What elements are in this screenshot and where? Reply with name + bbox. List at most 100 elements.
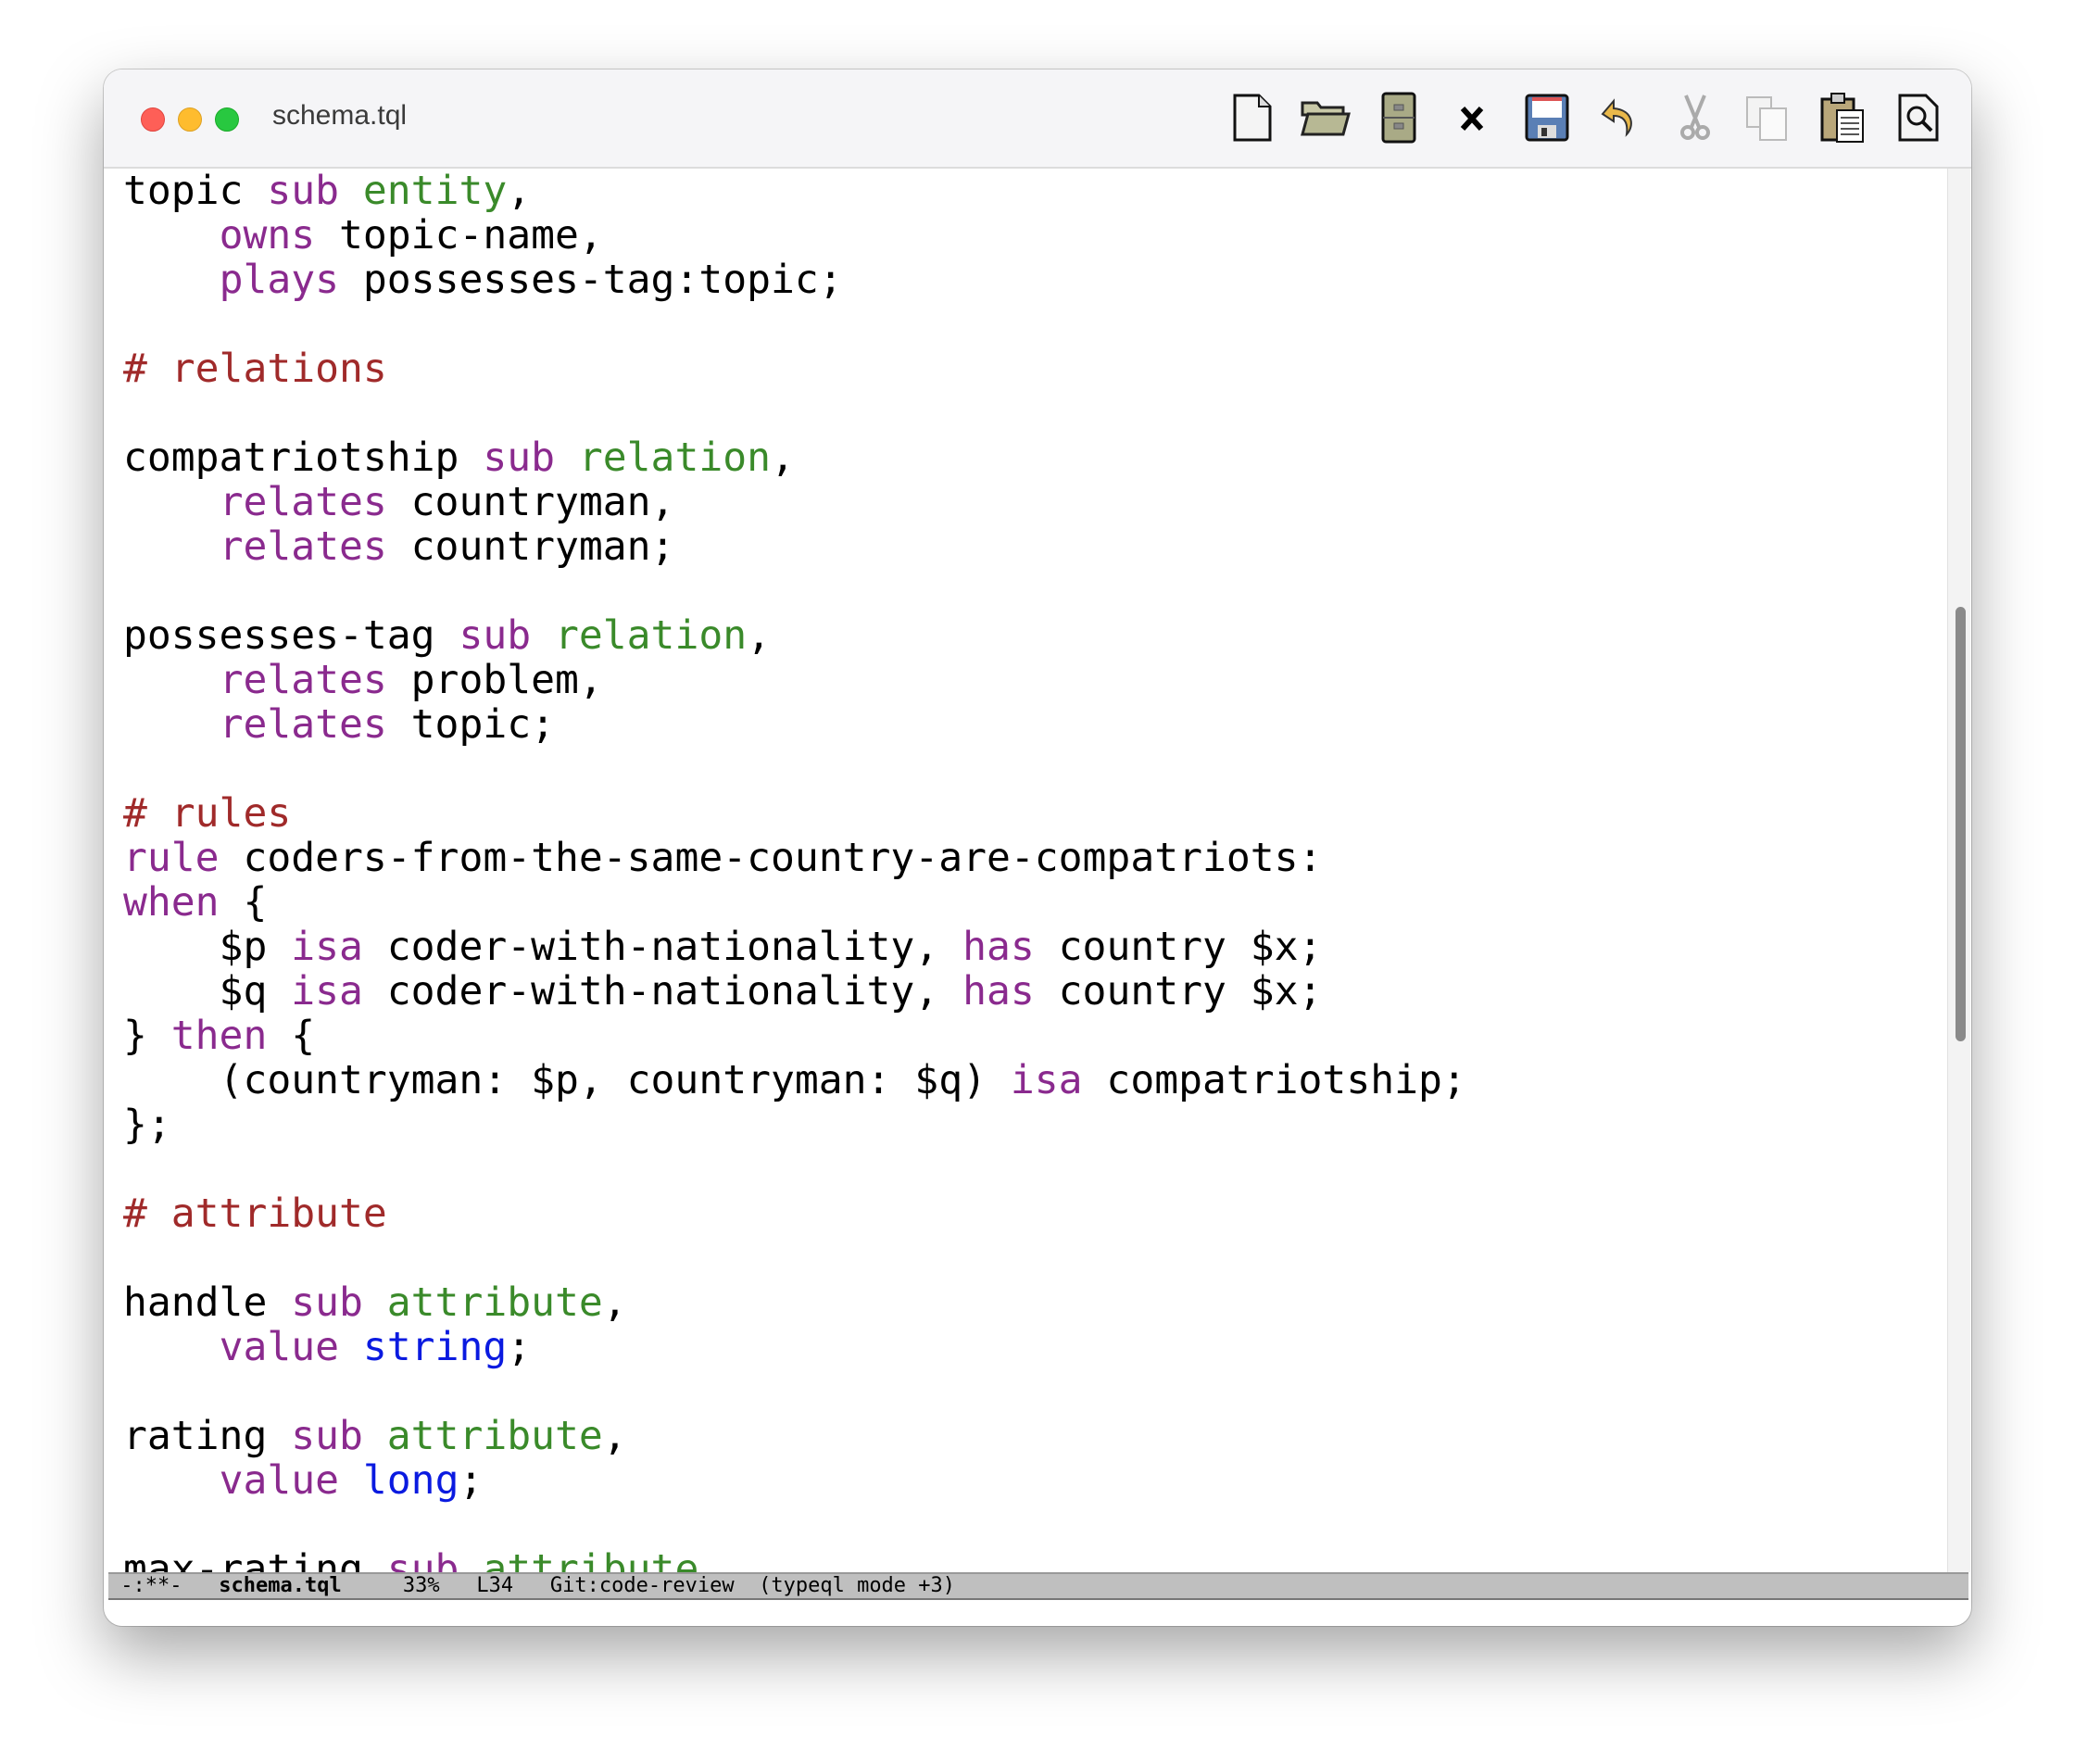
keyword: has <box>962 968 1035 1014</box>
type-name: attribute <box>386 1413 603 1459</box>
code-line[interactable] <box>123 391 1466 435</box>
minimize-window-button[interactable] <box>178 107 202 132</box>
close-window-button[interactable] <box>141 107 165 132</box>
git-branch[interactable]: Git:code-review <box>550 1574 735 1598</box>
code-line[interactable] <box>123 1369 1466 1414</box>
type-name: relation <box>578 435 771 481</box>
code-token: coder-with-nationality, <box>362 924 963 970</box>
code-token: countryman; <box>386 523 675 570</box>
undo-icon[interactable] <box>1595 92 1647 144</box>
code-line[interactable]: relates topic; <box>123 702 1466 747</box>
code-token: (countryman: $p, countryman: $q) <box>123 1057 1011 1103</box>
close-icon[interactable] <box>1446 92 1498 144</box>
code-token: country $x; <box>1034 924 1323 970</box>
code-token: ; <box>459 1457 484 1504</box>
code-line[interactable]: relates countryman; <box>123 524 1466 569</box>
code-line[interactable]: rating sub attribute, <box>123 1414 1466 1458</box>
code-line[interactable]: compatriotship sub relation, <box>123 435 1466 480</box>
code-line[interactable] <box>123 747 1466 791</box>
keyword: sub <box>267 169 340 214</box>
code-line[interactable]: (countryman: $p, countryman: $q) isa com… <box>123 1058 1466 1102</box>
code-line[interactable]: value long; <box>123 1458 1466 1503</box>
code-line[interactable]: # relations <box>123 346 1466 391</box>
code-line[interactable]: $q isa coder-with-nationality, has count… <box>123 969 1466 1014</box>
keyword: sub <box>291 1279 363 1326</box>
code-line[interactable] <box>123 1147 1466 1191</box>
code-line[interactable]: relates countryman, <box>123 480 1466 524</box>
builtin-type: long <box>362 1457 459 1504</box>
editor-window: schema.tql topic sub entity, owns topic-… <box>104 69 1971 1626</box>
code-line[interactable]: relates problem, <box>123 658 1466 702</box>
type-name: attribute <box>483 1546 699 1572</box>
code-line[interactable] <box>123 1503 1466 1547</box>
keyword: relates <box>219 701 387 748</box>
buffer-state: -:**- <box>120 1574 182 1597</box>
copy-icon[interactable] <box>1742 92 1793 144</box>
cut-icon[interactable] <box>1669 92 1721 144</box>
open-folder-icon[interactable] <box>1299 92 1351 144</box>
code-token: problem, <box>386 657 603 703</box>
type-name: entity <box>362 169 508 214</box>
code-editor[interactable]: topic sub entity, owns topic-name, plays… <box>104 169 1947 1572</box>
code-line[interactable] <box>123 569 1466 613</box>
code-line[interactable] <box>123 302 1466 346</box>
code-token: topic-name, <box>315 212 603 258</box>
code-line[interactable]: } then { <box>123 1014 1466 1058</box>
type-name: attribute <box>386 1279 603 1326</box>
code-line[interactable]: when { <box>123 880 1466 925</box>
keyword: sub <box>459 612 532 659</box>
file-cabinet-icon[interactable] <box>1374 92 1426 144</box>
code-line[interactable]: topic sub entity, <box>123 169 1466 213</box>
code-line[interactable]: plays possesses-tag:topic; <box>123 258 1466 302</box>
code-line[interactable]: $p isa coder-with-nationality, has count… <box>123 925 1466 969</box>
code-line[interactable]: handle sub attribute, <box>123 1280 1466 1325</box>
keyword: value <box>219 1324 340 1370</box>
code-line[interactable]: # rules <box>123 791 1466 836</box>
keyword: value <box>219 1457 340 1504</box>
code-line[interactable]: value string; <box>123 1325 1466 1369</box>
code-line[interactable]: max-rating sub attribute, <box>123 1547 1466 1572</box>
zoom-window-button[interactable] <box>215 107 239 132</box>
code-line[interactable]: possesses-tag sub relation, <box>123 613 1466 658</box>
search-icon[interactable] <box>1893 92 1944 144</box>
vertical-scrollbar[interactable] <box>1947 169 1970 1572</box>
save-icon[interactable] <box>1521 92 1573 144</box>
code-token: { <box>219 879 268 926</box>
keyword: sub <box>386 1546 459 1572</box>
keyword: isa <box>1010 1057 1083 1103</box>
mode-line: -:**- schema.tql 33% L34 Git:code-review… <box>108 1572 1968 1600</box>
code-token: , <box>602 1413 627 1459</box>
code-line[interactable]: rule coders-from-the-same-country-are-co… <box>123 836 1466 880</box>
keyword: relates <box>219 523 387 570</box>
code-token: compatriotship; <box>1082 1057 1466 1103</box>
code-line[interactable] <box>123 1236 1466 1280</box>
code-line[interactable]: owns topic-name, <box>123 213 1466 258</box>
code-token: $p <box>123 924 292 970</box>
keyword: relates <box>219 479 387 525</box>
major-mode[interactable]: (typeql mode +3) <box>759 1574 955 1598</box>
new-file-icon[interactable] <box>1226 92 1277 144</box>
scrollbar-thumb[interactable] <box>1956 606 1966 1042</box>
code-token: countryman, <box>386 479 675 525</box>
comment: # attribute <box>123 1191 387 1237</box>
code-token: coder-with-nationality, <box>362 968 963 1014</box>
code-token: possesses-tag <box>123 612 459 659</box>
keyword: rule <box>123 835 220 881</box>
keyword: isa <box>291 924 363 970</box>
buffer-name: schema.tql <box>219 1574 342 1597</box>
code-line[interactable]: }; <box>123 1102 1466 1147</box>
paste-icon[interactable] <box>1817 92 1868 144</box>
code-text[interactable]: topic sub entity, owns topic-name, plays… <box>123 169 1466 1572</box>
code-line[interactable]: # attribute <box>123 1191 1466 1236</box>
comment: # rules <box>123 790 292 837</box>
code-token: handle <box>123 1279 292 1326</box>
keyword: plays <box>219 257 340 303</box>
